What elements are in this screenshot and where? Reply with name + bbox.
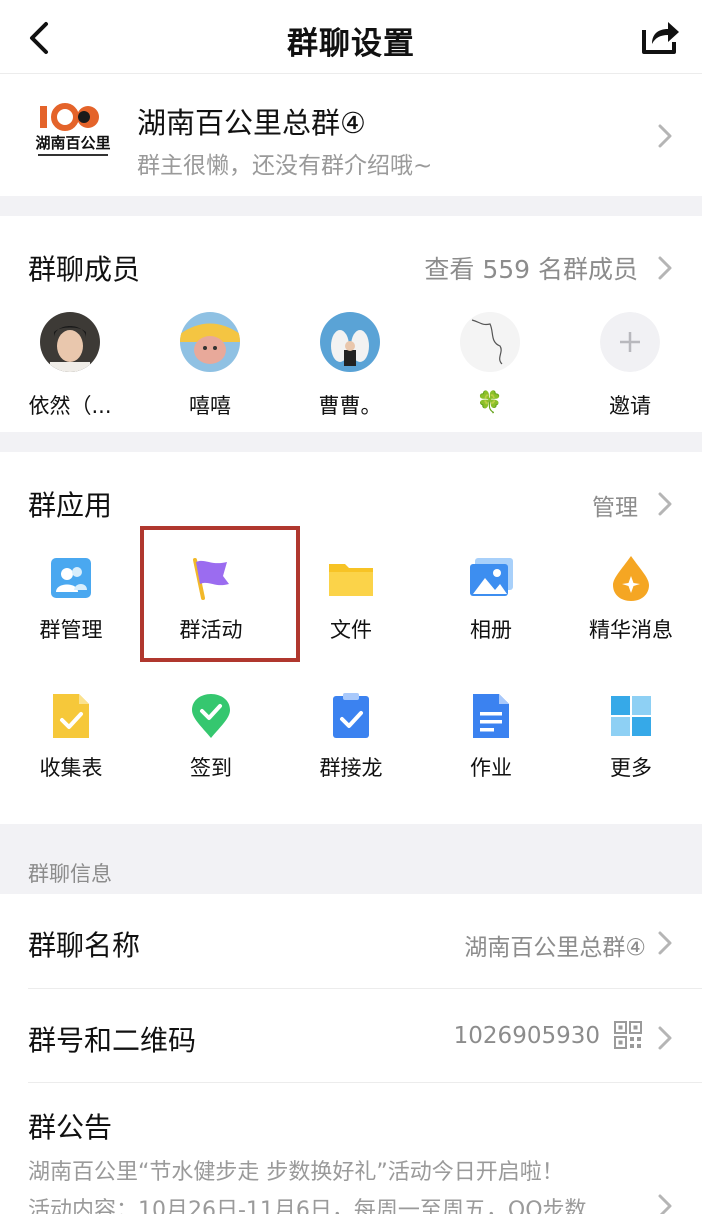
info-section-header: 群聊信息 xyxy=(0,824,702,894)
app-album[interactable]: 相册 xyxy=(421,554,561,644)
app-homework[interactable]: 作业 xyxy=(421,692,561,782)
app-label: 签到 xyxy=(190,756,232,780)
view-all-members-link[interactable]: 查看 559 名群成员 xyxy=(424,250,638,286)
plus-icon xyxy=(600,312,660,372)
app-check-in[interactable]: 签到 xyxy=(141,692,281,782)
app-label: 相册 xyxy=(470,618,512,642)
members-title: 群聊成员 xyxy=(28,253,141,286)
notice-title: 群公告 xyxy=(28,1111,113,1144)
group-number-row[interactable]: 群号和二维码 1026905930 xyxy=(0,989,702,1084)
avatar xyxy=(40,312,100,374)
app-label: 收集表 xyxy=(39,756,103,780)
app-label: 文件 xyxy=(330,618,372,642)
chevron-right-icon[interactable] xyxy=(656,254,674,282)
member-item[interactable]: 曹曹。 xyxy=(290,312,410,420)
app-label: 更多 xyxy=(610,756,652,780)
group-name-value: 湖南百公里总群④ xyxy=(464,935,646,961)
app-label: 群管理 xyxy=(39,618,103,642)
page-title: 群聊设置 xyxy=(287,26,415,62)
member-name: 🍀 xyxy=(476,390,504,414)
group-logo: 湖南百公里 xyxy=(35,103,111,156)
section-gap xyxy=(0,196,702,216)
info-header-label: 群聊信息 xyxy=(28,862,112,886)
more-grid-icon xyxy=(611,696,651,736)
members-section: 群聊成员 查看 559 名群成员 依然（... 嘻嘻 曹曹。 🍀 邀请 xyxy=(0,216,702,432)
notice-line: 活动内容：10月26日-11月6日，每周一至周五，QQ步数 xyxy=(28,1198,587,1214)
app-essence[interactable]: 精华消息 xyxy=(561,554,701,644)
chevron-right-icon xyxy=(658,124,672,148)
app-label: 作业 xyxy=(470,756,512,780)
share-icon[interactable] xyxy=(638,16,682,58)
member-name: 嘻嘻 xyxy=(189,394,231,418)
invite-member-button[interactable]: 邀请 xyxy=(570,312,690,420)
invite-label: 邀请 xyxy=(609,394,651,418)
homework-icon xyxy=(473,694,509,738)
group-manage-icon xyxy=(51,558,91,598)
notice-line: 湖南百公里“节水健步走 步数换好礼”活动今日开启啦！ xyxy=(28,1160,564,1185)
group-profile-row[interactable]: 湖南百公里 湖南百公里总群④ 群主很懒，还没有群介绍哦~ xyxy=(0,74,702,196)
section-gap xyxy=(0,432,702,452)
qr-code-icon xyxy=(614,1021,642,1049)
chevron-right-icon[interactable] xyxy=(656,490,674,518)
apps-title: 群应用 xyxy=(28,489,113,522)
chevron-right-icon xyxy=(658,1026,672,1050)
avatar xyxy=(320,312,380,372)
folder-icon xyxy=(329,564,373,596)
app-group-manage[interactable]: 群管理 xyxy=(1,554,141,644)
member-item[interactable]: 🍀 xyxy=(430,312,550,415)
group-name-label: 群聊名称 xyxy=(28,929,141,962)
member-name: 依然（... xyxy=(28,394,112,418)
avatar xyxy=(180,312,240,372)
app-files[interactable]: 文件 xyxy=(281,554,421,644)
group-apps-section: 群应用 管理 群管理 群活动 文件 相册 精华消息 收集表 签到 群接龙 作业 … xyxy=(0,452,702,824)
manage-apps-link[interactable]: 管理 xyxy=(592,488,638,522)
member-item[interactable]: 嘻嘻 xyxy=(150,312,270,420)
member-name: 曹曹。 xyxy=(318,394,382,418)
check-in-icon xyxy=(192,694,230,738)
app-label: 精华消息 xyxy=(589,618,673,642)
group-number-value: 1026905930 xyxy=(453,1023,600,1049)
logo-text: 湖南百公里 xyxy=(35,134,110,152)
group-name: 湖南百公里总群④ xyxy=(137,106,366,140)
nav-bar: 群聊设置 xyxy=(0,0,702,74)
avatar xyxy=(460,312,520,372)
chevron-right-icon xyxy=(658,931,672,955)
member-item[interactable]: 依然（... xyxy=(10,312,130,420)
app-solitaire[interactable]: 群接龙 xyxy=(281,692,421,782)
group-notice-row[interactable]: 群公告 湖南百公里“节水健步走 步数换好礼”活动今日开启啦！ 活动内容：10月2… xyxy=(0,1084,702,1214)
app-more[interactable]: 更多 xyxy=(561,692,701,782)
app-form[interactable]: 收集表 xyxy=(1,692,141,782)
chevron-right-icon xyxy=(658,1194,672,1214)
highlight-box xyxy=(140,526,300,662)
group-number-label: 群号和二维码 xyxy=(28,1024,197,1057)
solitaire-icon xyxy=(333,693,369,738)
app-label: 群接龙 xyxy=(319,756,383,780)
form-icon xyxy=(53,694,89,738)
group-name-row[interactable]: 群聊名称 湖南百公里总群④ xyxy=(0,894,702,989)
essence-icon xyxy=(613,556,649,601)
group-description: 群主很懒，还没有群介绍哦~ xyxy=(137,153,433,179)
divider xyxy=(28,1082,702,1083)
photo-album-icon xyxy=(470,558,513,596)
